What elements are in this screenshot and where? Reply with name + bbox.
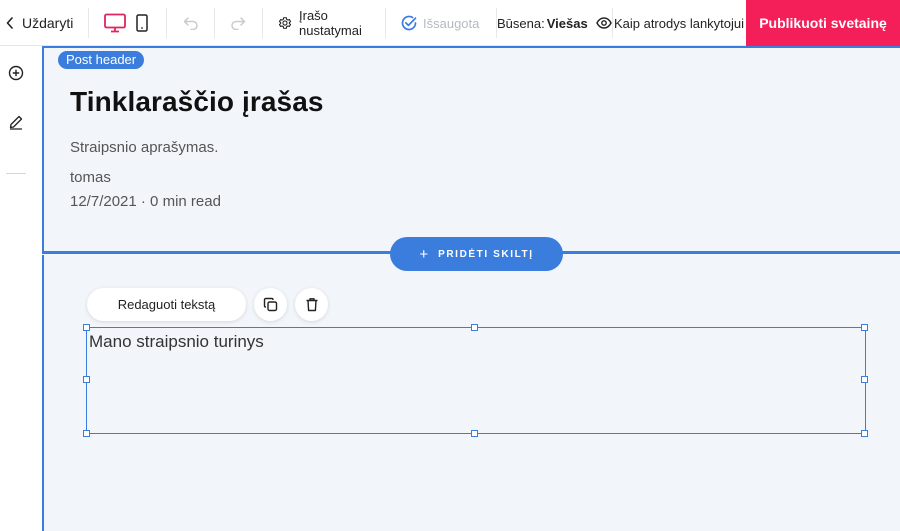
resize-handle-top[interactable] xyxy=(471,324,478,331)
desktop-icon xyxy=(104,13,126,33)
selected-text-block[interactable]: Mano straipsnio turinys xyxy=(86,327,866,434)
saved-indicator: Išsaugota xyxy=(401,0,479,46)
eye-icon xyxy=(595,17,612,29)
plus-icon: + xyxy=(419,245,429,263)
close-button[interactable]: Uždaryti xyxy=(6,0,73,46)
plus-circle-icon xyxy=(8,65,24,81)
saved-label: Išsaugota xyxy=(423,15,480,31)
add-element-button[interactable] xyxy=(7,64,25,82)
status-value: Viešas xyxy=(546,15,588,31)
toolbar-divider xyxy=(262,8,263,38)
status-prefix: Būsena: xyxy=(497,15,545,31)
resize-handle-right[interactable] xyxy=(861,376,868,383)
preview-button[interactable]: Kaip atrodys lankytojui xyxy=(613,0,745,46)
post-settings-button[interactable]: Įrašo nustatymai xyxy=(278,0,379,46)
add-section-button[interactable]: + PRIDĖTI SKILTĮ xyxy=(390,237,563,271)
mobile-icon xyxy=(136,14,148,32)
toolbar-divider xyxy=(385,8,386,38)
toolbar-divider xyxy=(166,8,167,38)
duplicate-button[interactable] xyxy=(254,288,287,321)
resize-handle-left[interactable] xyxy=(83,376,90,383)
post-meta: 12/7/2021 · 0 min read xyxy=(70,193,221,210)
post-title[interactable]: Tinklaraščio įrašas xyxy=(70,86,324,118)
trash-icon xyxy=(306,298,317,312)
preview-label: Kaip atrodys lankytojui xyxy=(613,15,745,31)
toolbar-divider xyxy=(88,8,89,38)
pencil-icon xyxy=(9,115,23,130)
undo-icon xyxy=(183,17,198,30)
gear-icon xyxy=(278,17,292,29)
top-toolbar: Uždaryti Įrašo nustatymai Išsaugota Būse… xyxy=(0,0,900,46)
resize-handle-bottom-right[interactable] xyxy=(861,430,868,437)
mobile-view-button[interactable] xyxy=(136,0,148,46)
post-settings-label: Įrašo nustatymai xyxy=(299,8,362,38)
post-description[interactable]: Straipsnio aprašymas. xyxy=(70,139,218,156)
left-rail xyxy=(0,46,42,531)
text-block-content[interactable]: Mano straipsnio turinys xyxy=(89,332,264,352)
chevron-left-icon xyxy=(6,17,13,29)
section-tag: Post header xyxy=(58,51,145,69)
visibility-status[interactable]: Būsena: Viešas xyxy=(497,0,612,46)
resize-handle-bottom-left[interactable] xyxy=(83,430,90,437)
edit-text-label: Redaguoti tekstą xyxy=(117,297,216,312)
close-label: Uždaryti xyxy=(22,15,74,31)
resize-handle-top-right[interactable] xyxy=(861,324,868,331)
publish-button[interactable]: Publikuoti svetainę xyxy=(746,0,900,46)
desktop-view-button[interactable] xyxy=(104,0,126,46)
toolbar-divider xyxy=(214,8,215,38)
publish-label: Publikuoti svetainę xyxy=(759,15,887,31)
check-circle-icon xyxy=(401,15,417,31)
copy-icon xyxy=(263,297,278,312)
resize-handle-bottom[interactable] xyxy=(471,430,478,437)
redo-icon xyxy=(231,17,246,30)
undo-button[interactable] xyxy=(183,0,199,46)
post-body-section-border xyxy=(42,255,44,531)
post-author: tomas xyxy=(70,169,111,186)
delete-button[interactable] xyxy=(295,288,328,321)
redo-button[interactable] xyxy=(230,0,246,46)
edit-text-button[interactable]: Redaguoti tekstą xyxy=(87,288,246,321)
resize-handle-top-left[interactable] xyxy=(83,324,90,331)
design-button[interactable] xyxy=(7,113,25,131)
add-section-label: PRIDĖTI SKILTĮ xyxy=(438,248,534,260)
rail-divider xyxy=(6,173,26,174)
